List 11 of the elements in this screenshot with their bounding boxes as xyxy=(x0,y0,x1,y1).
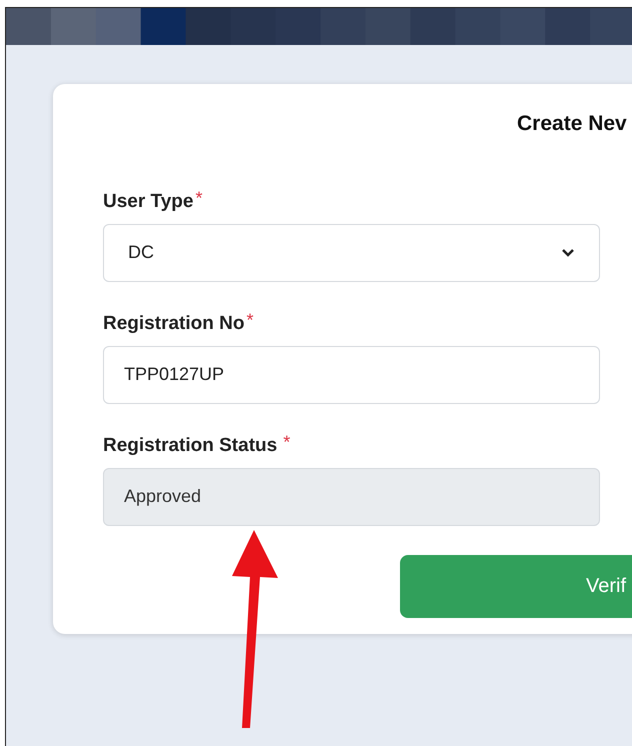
input-field[interactable]: TPP0127UP xyxy=(103,346,600,404)
required-mark: * xyxy=(283,434,290,450)
select-field[interactable]: DC xyxy=(103,224,600,282)
input-field[interactable]: Approved xyxy=(103,468,600,526)
field-label: User Type xyxy=(103,190,194,214)
field-label: Registration Status xyxy=(103,434,278,458)
chevron-down-icon xyxy=(561,248,575,258)
required-mark: * xyxy=(195,190,202,206)
required-mark: * xyxy=(246,312,254,328)
field-label: Registration No xyxy=(103,312,244,336)
page-title: Create Nev xyxy=(516,111,628,137)
